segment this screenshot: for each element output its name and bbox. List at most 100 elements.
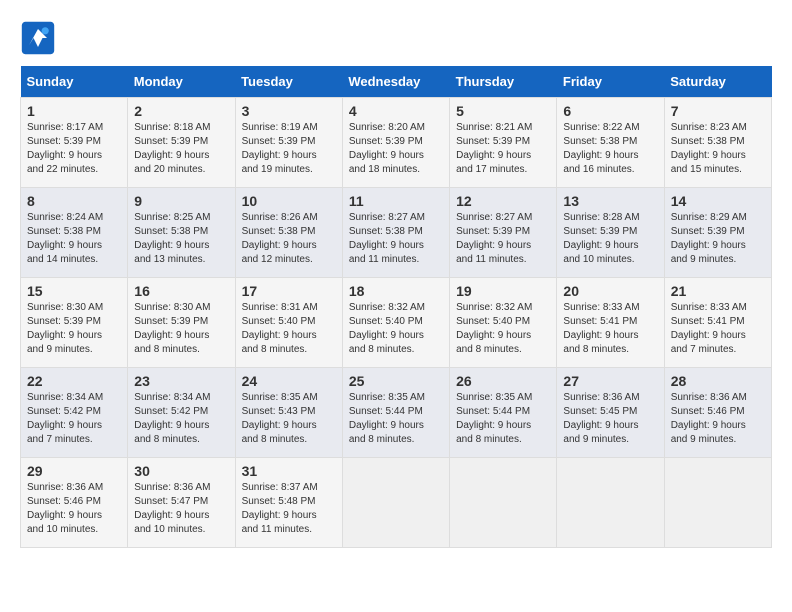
calendar-cell: 16 Sunrise: 8:30 AM Sunset: 5:39 PM Dayl… — [128, 278, 235, 368]
calendar-cell: 13 Sunrise: 8:28 AM Sunset: 5:39 PM Dayl… — [557, 188, 664, 278]
calendar-cell: 4 Sunrise: 8:20 AM Sunset: 5:39 PM Dayli… — [342, 98, 449, 188]
day-info: Sunrise: 8:27 AM Sunset: 5:38 PM Dayligh… — [349, 211, 443, 267]
logo — [20, 20, 60, 56]
day-number: 11 — [349, 193, 443, 209]
day-header: Thursday — [450, 66, 557, 98]
day-number: 19 — [456, 283, 550, 299]
calendar-cell — [557, 458, 664, 548]
day-number: 2 — [134, 103, 228, 119]
day-number: 13 — [563, 193, 657, 209]
day-info: Sunrise: 8:36 AM Sunset: 5:47 PM Dayligh… — [134, 481, 228, 537]
calendar-cell: 28 Sunrise: 8:36 AM Sunset: 5:46 PM Dayl… — [664, 368, 771, 458]
day-header: Wednesday — [342, 66, 449, 98]
calendar-cell: 19 Sunrise: 8:32 AM Sunset: 5:40 PM Dayl… — [450, 278, 557, 368]
day-info: Sunrise: 8:23 AM Sunset: 5:38 PM Dayligh… — [671, 121, 765, 177]
calendar-table: SundayMondayTuesdayWednesdayThursdayFrid… — [20, 66, 772, 548]
day-info: Sunrise: 8:36 AM Sunset: 5:45 PM Dayligh… — [563, 391, 657, 447]
day-info: Sunrise: 8:35 AM Sunset: 5:44 PM Dayligh… — [456, 391, 550, 447]
page-header — [20, 20, 772, 56]
day-header: Saturday — [664, 66, 771, 98]
day-info: Sunrise: 8:35 AM Sunset: 5:44 PM Dayligh… — [349, 391, 443, 447]
calendar-week-row: 15 Sunrise: 8:30 AM Sunset: 5:39 PM Dayl… — [21, 278, 772, 368]
day-info: Sunrise: 8:35 AM Sunset: 5:43 PM Dayligh… — [242, 391, 336, 447]
calendar-cell: 14 Sunrise: 8:29 AM Sunset: 5:39 PM Dayl… — [664, 188, 771, 278]
day-info: Sunrise: 8:30 AM Sunset: 5:39 PM Dayligh… — [27, 301, 121, 357]
calendar-week-row: 8 Sunrise: 8:24 AM Sunset: 5:38 PM Dayli… — [21, 188, 772, 278]
day-number: 30 — [134, 463, 228, 479]
day-number: 4 — [349, 103, 443, 119]
day-number: 23 — [134, 373, 228, 389]
calendar-cell: 25 Sunrise: 8:35 AM Sunset: 5:44 PM Dayl… — [342, 368, 449, 458]
calendar-cell: 27 Sunrise: 8:36 AM Sunset: 5:45 PM Dayl… — [557, 368, 664, 458]
day-number: 15 — [27, 283, 121, 299]
day-number: 16 — [134, 283, 228, 299]
day-number: 9 — [134, 193, 228, 209]
day-info: Sunrise: 8:25 AM Sunset: 5:38 PM Dayligh… — [134, 211, 228, 267]
day-number: 8 — [27, 193, 121, 209]
day-number: 29 — [27, 463, 121, 479]
calendar-cell: 18 Sunrise: 8:32 AM Sunset: 5:40 PM Dayl… — [342, 278, 449, 368]
calendar-cell: 31 Sunrise: 8:37 AM Sunset: 5:48 PM Dayl… — [235, 458, 342, 548]
calendar-cell — [664, 458, 771, 548]
day-info: Sunrise: 8:31 AM Sunset: 5:40 PM Dayligh… — [242, 301, 336, 357]
day-info: Sunrise: 8:22 AM Sunset: 5:38 PM Dayligh… — [563, 121, 657, 177]
calendar-cell — [450, 458, 557, 548]
day-number: 1 — [27, 103, 121, 119]
calendar-cell: 21 Sunrise: 8:33 AM Sunset: 5:41 PM Dayl… — [664, 278, 771, 368]
calendar-cell: 5 Sunrise: 8:21 AM Sunset: 5:39 PM Dayli… — [450, 98, 557, 188]
day-info: Sunrise: 8:19 AM Sunset: 5:39 PM Dayligh… — [242, 121, 336, 177]
calendar-cell: 29 Sunrise: 8:36 AM Sunset: 5:46 PM Dayl… — [21, 458, 128, 548]
calendar-week-row: 22 Sunrise: 8:34 AM Sunset: 5:42 PM Dayl… — [21, 368, 772, 458]
day-number: 24 — [242, 373, 336, 389]
calendar-cell: 9 Sunrise: 8:25 AM Sunset: 5:38 PM Dayli… — [128, 188, 235, 278]
day-info: Sunrise: 8:17 AM Sunset: 5:39 PM Dayligh… — [27, 121, 121, 177]
day-number: 20 — [563, 283, 657, 299]
calendar-cell: 17 Sunrise: 8:31 AM Sunset: 5:40 PM Dayl… — [235, 278, 342, 368]
calendar-cell: 15 Sunrise: 8:30 AM Sunset: 5:39 PM Dayl… — [21, 278, 128, 368]
calendar-cell: 12 Sunrise: 8:27 AM Sunset: 5:39 PM Dayl… — [450, 188, 557, 278]
calendar-cell: 20 Sunrise: 8:33 AM Sunset: 5:41 PM Dayl… — [557, 278, 664, 368]
day-number: 18 — [349, 283, 443, 299]
day-number: 21 — [671, 283, 765, 299]
day-info: Sunrise: 8:21 AM Sunset: 5:39 PM Dayligh… — [456, 121, 550, 177]
calendar-cell: 3 Sunrise: 8:19 AM Sunset: 5:39 PM Dayli… — [235, 98, 342, 188]
calendar-cell: 11 Sunrise: 8:27 AM Sunset: 5:38 PM Dayl… — [342, 188, 449, 278]
day-info: Sunrise: 8:37 AM Sunset: 5:48 PM Dayligh… — [242, 481, 336, 537]
calendar-cell: 24 Sunrise: 8:35 AM Sunset: 5:43 PM Dayl… — [235, 368, 342, 458]
day-info: Sunrise: 8:20 AM Sunset: 5:39 PM Dayligh… — [349, 121, 443, 177]
day-header: Monday — [128, 66, 235, 98]
day-header: Tuesday — [235, 66, 342, 98]
calendar-cell: 2 Sunrise: 8:18 AM Sunset: 5:39 PM Dayli… — [128, 98, 235, 188]
day-info: Sunrise: 8:32 AM Sunset: 5:40 PM Dayligh… — [456, 301, 550, 357]
day-number: 28 — [671, 373, 765, 389]
day-info: Sunrise: 8:36 AM Sunset: 5:46 PM Dayligh… — [671, 391, 765, 447]
day-number: 7 — [671, 103, 765, 119]
calendar-cell — [342, 458, 449, 548]
day-info: Sunrise: 8:33 AM Sunset: 5:41 PM Dayligh… — [563, 301, 657, 357]
calendar-cell: 30 Sunrise: 8:36 AM Sunset: 5:47 PM Dayl… — [128, 458, 235, 548]
day-number: 3 — [242, 103, 336, 119]
calendar-week-row: 1 Sunrise: 8:17 AM Sunset: 5:39 PM Dayli… — [21, 98, 772, 188]
calendar-cell: 1 Sunrise: 8:17 AM Sunset: 5:39 PM Dayli… — [21, 98, 128, 188]
calendar-header-row: SundayMondayTuesdayWednesdayThursdayFrid… — [21, 66, 772, 98]
day-number: 31 — [242, 463, 336, 479]
day-header: Friday — [557, 66, 664, 98]
day-info: Sunrise: 8:34 AM Sunset: 5:42 PM Dayligh… — [27, 391, 121, 447]
day-number: 10 — [242, 193, 336, 209]
day-number: 17 — [242, 283, 336, 299]
day-number: 5 — [456, 103, 550, 119]
day-number: 26 — [456, 373, 550, 389]
day-number: 6 — [563, 103, 657, 119]
day-info: Sunrise: 8:26 AM Sunset: 5:38 PM Dayligh… — [242, 211, 336, 267]
calendar-cell: 26 Sunrise: 8:35 AM Sunset: 5:44 PM Dayl… — [450, 368, 557, 458]
day-number: 25 — [349, 373, 443, 389]
calendar-cell: 23 Sunrise: 8:34 AM Sunset: 5:42 PM Dayl… — [128, 368, 235, 458]
day-info: Sunrise: 8:27 AM Sunset: 5:39 PM Dayligh… — [456, 211, 550, 267]
calendar-cell: 10 Sunrise: 8:26 AM Sunset: 5:38 PM Dayl… — [235, 188, 342, 278]
day-number: 14 — [671, 193, 765, 209]
calendar-cell: 6 Sunrise: 8:22 AM Sunset: 5:38 PM Dayli… — [557, 98, 664, 188]
day-info: Sunrise: 8:28 AM Sunset: 5:39 PM Dayligh… — [563, 211, 657, 267]
day-info: Sunrise: 8:29 AM Sunset: 5:39 PM Dayligh… — [671, 211, 765, 267]
logo-icon — [20, 20, 56, 56]
day-info: Sunrise: 8:36 AM Sunset: 5:46 PM Dayligh… — [27, 481, 121, 537]
